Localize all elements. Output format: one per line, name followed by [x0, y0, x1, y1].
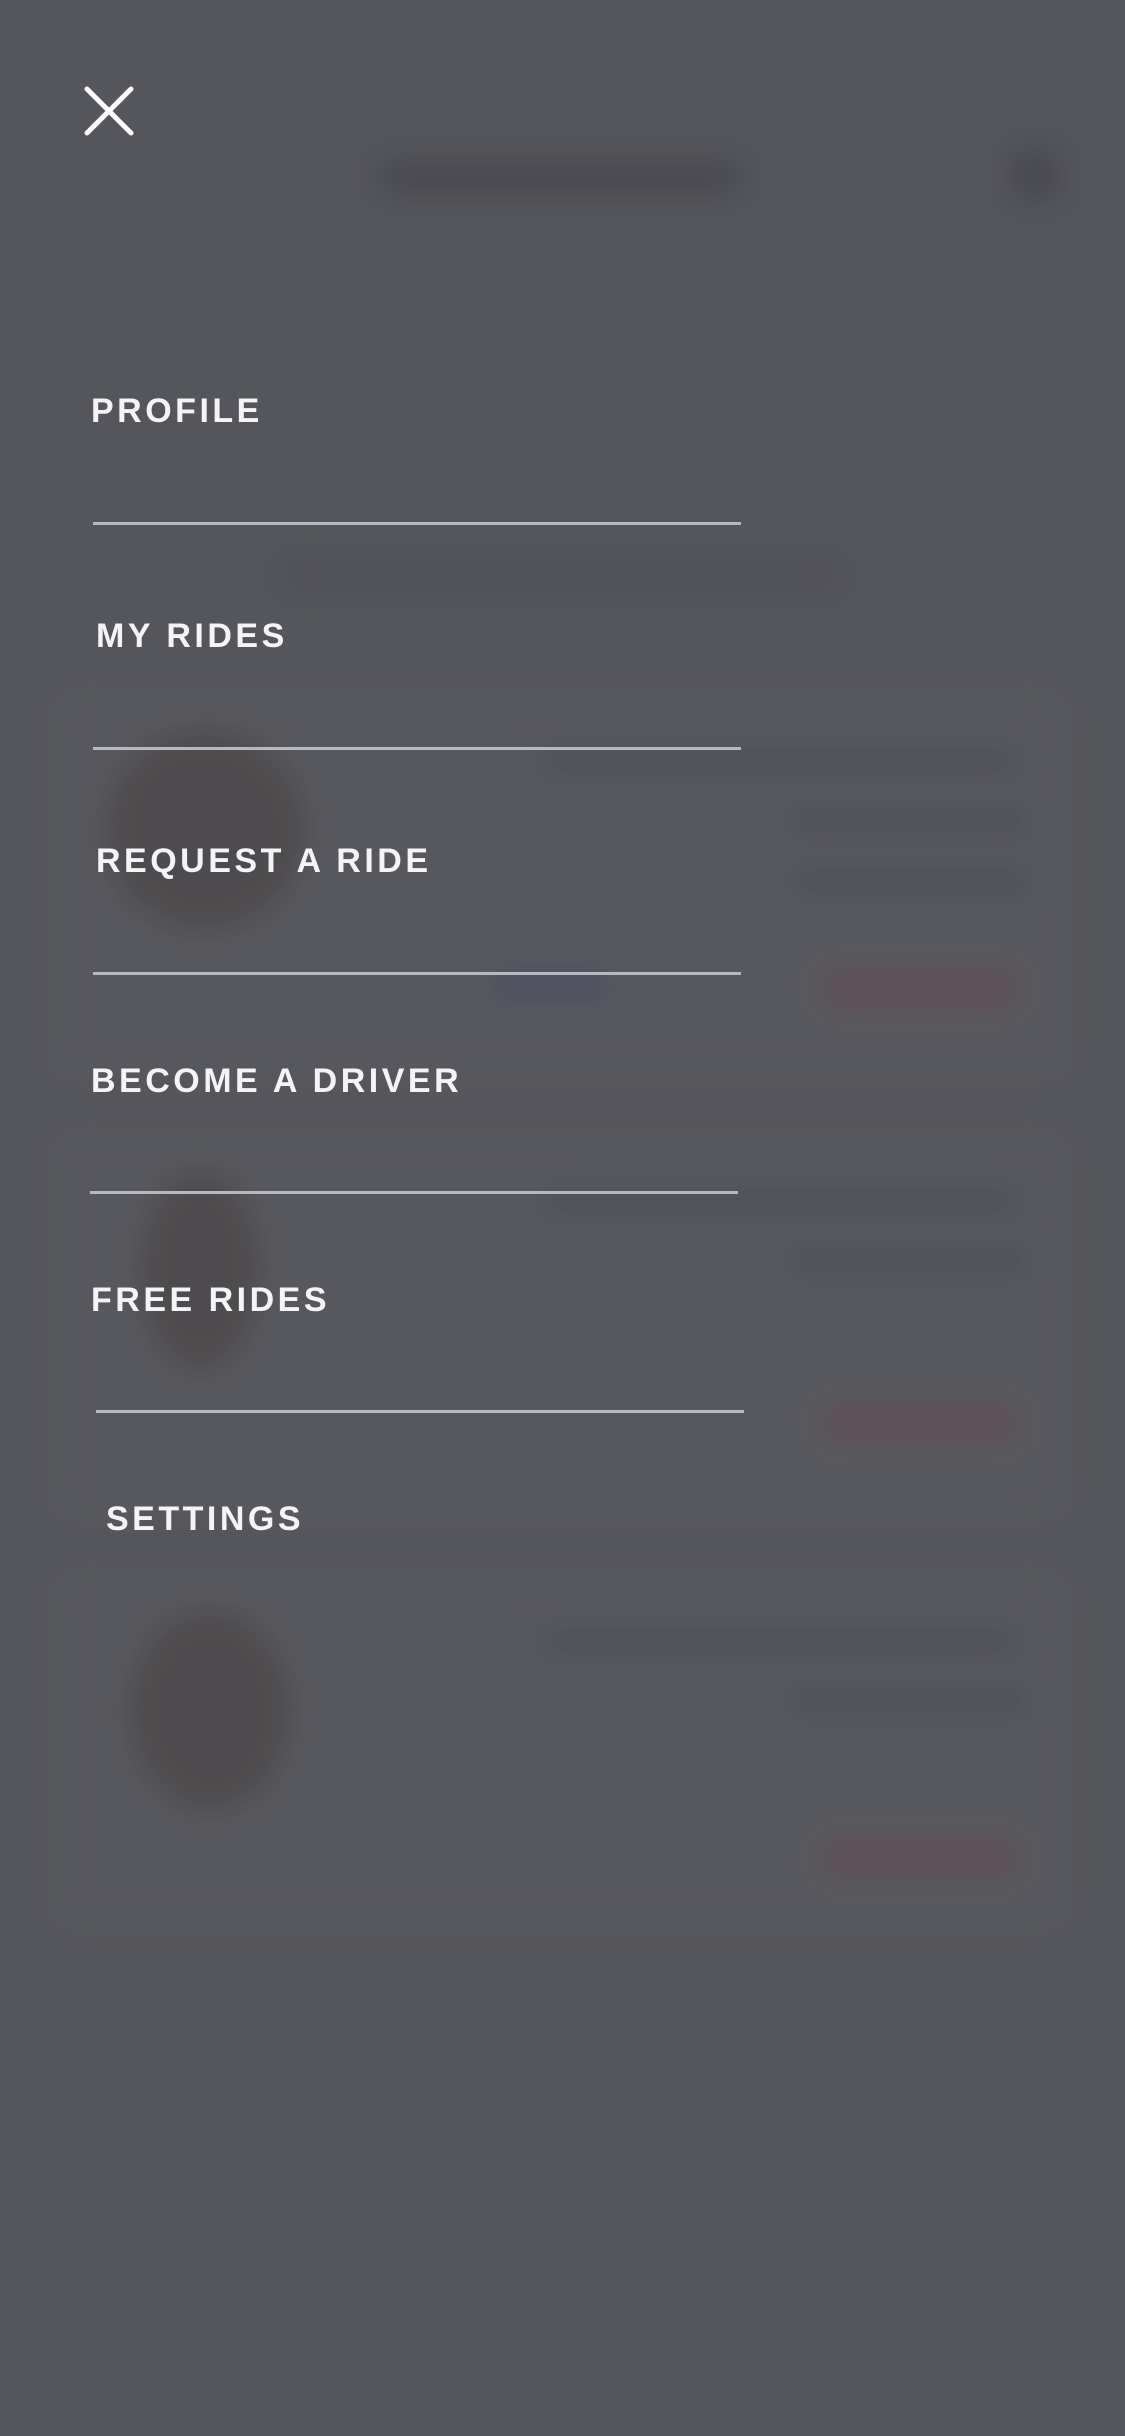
- menu-item-label: SETTINGS: [106, 1500, 305, 1538]
- blurred-background-content: [0, 0, 1125, 2436]
- menu-item-label: BECOME A DRIVER: [91, 1062, 463, 1100]
- background-divider: [60, 360, 1060, 364]
- menu-divider: [93, 747, 741, 750]
- background-text-line: [540, 1630, 1020, 1652]
- app-screen: PROFILE MY RIDES REQUEST A RIDE BECOME A…: [0, 0, 1125, 2436]
- background-header-icon: [1010, 150, 1060, 200]
- menu-item-request-a-ride[interactable]: REQUEST A RIDE: [96, 842, 746, 881]
- background-text-line: [540, 750, 1020, 772]
- menu-item-label: REQUEST A RIDE: [96, 842, 432, 880]
- background-avatar: [140, 1170, 260, 1370]
- menu-item-label: PROFILE: [91, 392, 263, 430]
- menu-item-settings[interactable]: SETTINGS: [106, 1500, 756, 1539]
- background-header-title: [380, 160, 740, 194]
- background-button: [820, 970, 1020, 1006]
- background-subtitle: [280, 560, 840, 590]
- background-button: [820, 1840, 1020, 1876]
- close-icon: [84, 86, 134, 136]
- background-avatar: [105, 730, 305, 930]
- menu-item-free-rides[interactable]: FREE RIDES: [91, 1281, 741, 1320]
- menu-item-profile[interactable]: PROFILE: [91, 392, 741, 431]
- background-text-line: [790, 810, 1030, 832]
- background-text-line: [790, 870, 1030, 892]
- menu-item-become-a-driver[interactable]: BECOME A DRIVER: [91, 1062, 741, 1101]
- menu-item-label: FREE RIDES: [91, 1281, 331, 1319]
- background-text-line: [790, 1690, 1030, 1712]
- menu-item-my-rides[interactable]: MY RIDES: [96, 617, 746, 656]
- menu-divider: [93, 972, 741, 975]
- background-button: [820, 1405, 1020, 1441]
- close-button[interactable]: [78, 80, 140, 142]
- menu-divider: [90, 1191, 738, 1194]
- menu-divider: [93, 522, 741, 525]
- menu-divider: [96, 1410, 744, 1413]
- menu-item-label: MY RIDES: [96, 617, 288, 655]
- background-text-line: [790, 1250, 1030, 1272]
- background-avatar: [130, 1610, 290, 1810]
